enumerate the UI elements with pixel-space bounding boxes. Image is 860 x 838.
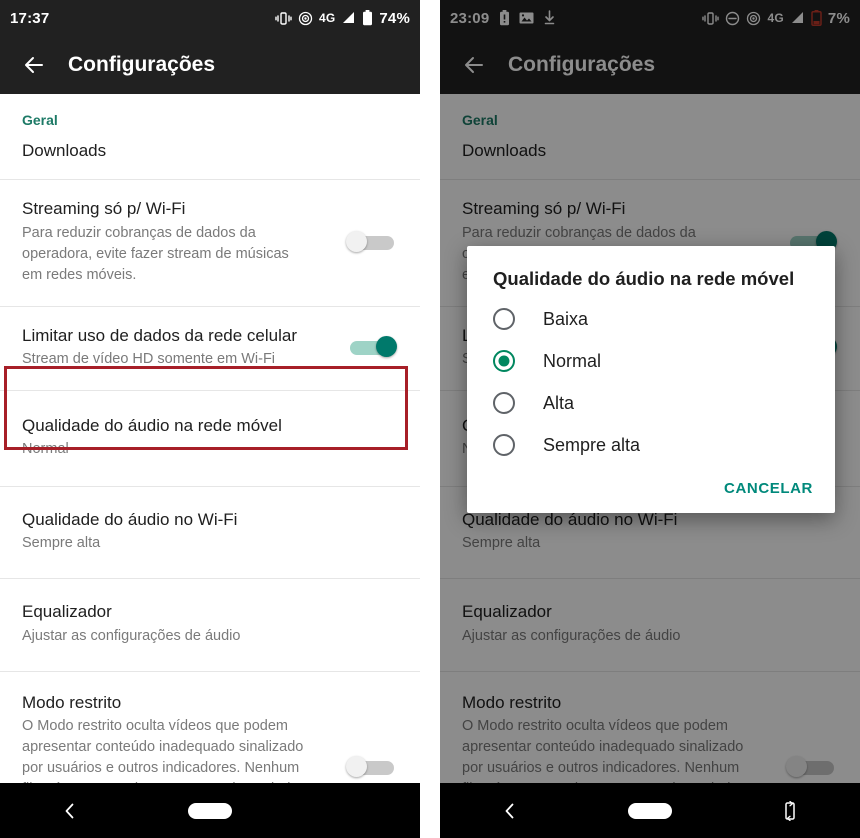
list-item-audio-quality-wifi[interactable]: Qualidade do áudio no Wi-Fi Sempre alta: [0, 487, 420, 578]
list-item-texts: Limitar uso de dados da rede celular Str…: [22, 325, 346, 370]
radio-option-label: Baixa: [543, 308, 589, 329]
network-type-label: 4G: [318, 11, 336, 25]
cancel-button[interactable]: CANCELAR: [724, 480, 813, 497]
radio-option-sempre-alta[interactable]: Sempre alta: [467, 424, 835, 466]
list-item-streaming-wifi-only[interactable]: Streaming só p/ Wi-Fi Para reduzir cobra…: [0, 180, 420, 305]
list-item-downloads[interactable]: Downloads: [0, 128, 420, 179]
cast-icon: [298, 11, 313, 26]
list-item-equalizer[interactable]: Equalizador Ajustar as configurações de …: [0, 579, 420, 670]
phone-screen-right: 23:09 4G 7% Configurações Geral Download…: [440, 0, 860, 838]
radio-option-alta[interactable]: Alta: [467, 382, 835, 424]
dialog-title: Qualidade do áudio na rede móvel: [493, 268, 795, 289]
radio-button-icon[interactable]: [493, 392, 515, 414]
page-title: Configurações: [68, 53, 216, 76]
nav-back-icon[interactable]: [440, 801, 580, 821]
status-bar-left: 17:37 4G 74%: [0, 0, 420, 36]
list-item-title: Equalizador: [22, 602, 112, 622]
list-item-title: Qualidade do áudio na rede móvel: [22, 415, 282, 435]
list-item-texts: Streaming só p/ Wi-Fi Para reduzir cobra…: [22, 198, 346, 285]
toggle-restricted-mode[interactable]: [346, 755, 398, 779]
radio-option-normal[interactable]: Normal: [467, 340, 835, 382]
home-pill: [627, 802, 672, 819]
list-item-title: Limitar uso de dados da rede celular: [22, 325, 297, 345]
toggle-thumb: [376, 336, 397, 358]
battery-percent: 74%: [379, 9, 410, 27]
list-item-subtitle: Stream de vídeo HD somente em Wi-Fi: [22, 350, 276, 367]
list-item-audio-quality-mobile[interactable]: Qualidade do áudio na rede móvel Normal: [0, 391, 420, 486]
radio-button-icon[interactable]: [493, 434, 515, 456]
back-arrow-icon[interactable]: [16, 47, 52, 83]
rotate-screen-icon[interactable]: [720, 800, 860, 821]
list-item-title: Downloads: [22, 141, 107, 160]
list-item-subtitle: Para reduzir cobranças de dados da opera…: [22, 224, 289, 283]
list-item-subtitle: Ajustar as configurações de áudio: [22, 627, 241, 644]
list-item-subtitle: Sempre alta: [22, 535, 101, 552]
status-right-icons: 4G 74%: [275, 10, 410, 27]
radio-option-label: Alta: [543, 392, 575, 413]
section-label-geral: Geral: [22, 112, 58, 128]
dual-phone-screenshot: 17:37 4G 74% Configurações Geral Downloa…: [0, 0, 860, 838]
list-item-title: Modo restrito: [22, 692, 122, 712]
toggle-limit-cellular-data[interactable]: [346, 335, 398, 359]
nav-bar-right: [440, 783, 860, 838]
home-pill: [187, 802, 232, 819]
nav-back-icon[interactable]: [0, 801, 140, 821]
toggle-streaming-wifi-only[interactable]: [346, 230, 398, 254]
settings-list-left: Geral Downloads Streaming só p/ Wi-Fi Pa…: [0, 94, 420, 838]
dialog-actions: CANCELAR: [467, 466, 835, 505]
radio-button-icon[interactable]: [493, 308, 515, 330]
list-item-limit-cellular-data[interactable]: Limitar uso de dados da rede celular Str…: [0, 307, 420, 390]
list-item-title: Streaming só p/ Wi-Fi: [22, 199, 186, 219]
radio-option-baixa[interactable]: Baixa: [467, 298, 835, 340]
list-item-subtitle: Normal: [22, 441, 69, 458]
nav-home-pill-icon[interactable]: [140, 802, 280, 819]
radio-option-label: Sempre alta: [543, 434, 641, 455]
toggle-thumb: [346, 230, 367, 252]
nav-home-pill-icon[interactable]: [580, 802, 720, 819]
status-time: 17:37: [10, 9, 50, 27]
panel-gutter: [420, 0, 440, 838]
radio-option-label: Normal: [543, 350, 602, 371]
app-bar-left: Configurações: [0, 36, 420, 94]
signal-icon: [341, 11, 356, 25]
battery-icon: [362, 10, 373, 26]
toggle-thumb: [346, 755, 367, 777]
nav-bar-left: [0, 783, 420, 838]
audio-quality-dialog: Qualidade do áudio na rede móvel Baixa N…: [467, 246, 835, 513]
phone-screen-left: 17:37 4G 74% Configurações Geral Downloa…: [0, 0, 420, 838]
list-item-title: Qualidade do áudio no Wi-Fi: [22, 510, 238, 530]
vibrate-icon: [275, 11, 292, 26]
radio-button-selected-icon[interactable]: [493, 350, 515, 372]
